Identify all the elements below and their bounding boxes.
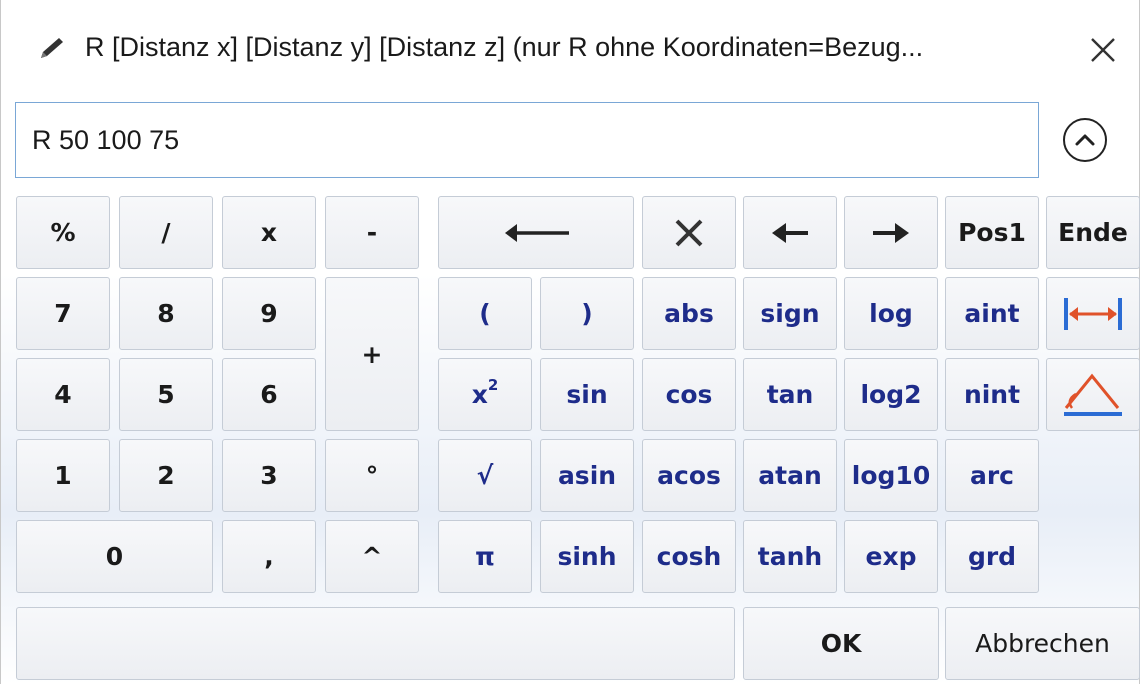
key-sinh[interactable]: sinh [540, 520, 634, 593]
key-8[interactable]: 8 [119, 277, 213, 350]
key-pi[interactable]: π [438, 520, 532, 593]
key-abs[interactable]: abs [642, 277, 736, 350]
key-x-squared-base: x [471, 380, 488, 409]
key-sign[interactable]: sign [743, 277, 837, 350]
key-exp[interactable]: exp [844, 520, 938, 593]
collapse-button[interactable] [1063, 118, 1107, 162]
cursor-left-button[interactable] [743, 196, 837, 269]
key-7[interactable]: 7 [16, 277, 110, 350]
key-nint[interactable]: nint [945, 358, 1039, 431]
key-log10[interactable]: log10 [844, 439, 938, 512]
key-x-squared-exponent: 2 [487, 375, 499, 394]
pos1-button[interactable]: Pos1 [945, 196, 1039, 269]
key-cosh[interactable]: cosh [642, 520, 736, 593]
key-sqrt[interactable]: √ [438, 439, 532, 512]
measure-angle-button[interactable] [1046, 358, 1140, 431]
clear-button[interactable] [642, 196, 736, 269]
key-asin[interactable]: asin [540, 439, 634, 512]
cursor-right-button[interactable] [844, 196, 938, 269]
chevron-up-circle-icon [1075, 134, 1095, 146]
keypad: % / x - Pos1 Ende 7 8 9 + () abs sign l… [1, 196, 1140, 684]
key-0[interactable]: 0 [16, 520, 213, 593]
key-aint[interactable]: aint [945, 277, 1039, 350]
key-tanh[interactable]: tanh [743, 520, 837, 593]
measure-distance-button[interactable] [1046, 277, 1140, 350]
backspace-button[interactable] [438, 196, 634, 269]
key-multiply[interactable]: x [222, 196, 316, 269]
key-log2[interactable]: log2 [844, 358, 938, 431]
key-percent[interactable]: % [16, 196, 110, 269]
key-paren-close[interactable]: ) [540, 277, 634, 350]
close-icon [1091, 38, 1115, 62]
right-arrow-icon [873, 222, 909, 243]
key-grd[interactable]: grd [945, 520, 1039, 593]
long-left-arrow-icon [505, 223, 569, 242]
distance-measure-icon [1064, 297, 1122, 330]
close-button[interactable] [1081, 28, 1125, 72]
key-minus[interactable]: - [325, 196, 419, 269]
dialog-title: R [Distanz x] [Distanz y] [Distanz z] (n… [85, 32, 924, 62]
expression-input[interactable] [15, 102, 1039, 178]
key-3[interactable]: 3 [222, 439, 316, 512]
left-arrow-icon [772, 222, 808, 243]
key-x-squared[interactable]: x2 [438, 358, 532, 431]
key-acos[interactable]: acos [642, 439, 736, 512]
key-1[interactable]: 1 [16, 439, 110, 512]
key-divide[interactable]: / [119, 196, 213, 269]
key-paren-open[interactable]: ( [438, 277, 532, 350]
ok-button[interactable]: OK [743, 607, 939, 680]
cancel-button[interactable]: Abbrechen [945, 607, 1140, 680]
ende-button[interactable]: Ende [1046, 196, 1140, 269]
x-clear-icon [675, 219, 703, 246]
key-6[interactable]: 6 [222, 358, 316, 431]
key-atan[interactable]: atan [743, 439, 837, 512]
key-tan[interactable]: tan [743, 358, 837, 431]
key-9[interactable]: 9 [222, 277, 316, 350]
angle-measure-icon [1064, 373, 1122, 416]
key-cos[interactable]: cos [642, 358, 736, 431]
key-log[interactable]: log [844, 277, 938, 350]
expression-row [1, 100, 1140, 180]
key-2[interactable]: 2 [119, 439, 213, 512]
key-plus[interactable]: + [325, 277, 419, 431]
key-5[interactable]: 5 [119, 358, 213, 431]
calculator-dialog: R [Distanz x] [Distanz y] [Distanz z] (n… [0, 0, 1140, 684]
key-caret[interactable]: ^ [325, 520, 419, 593]
key-sin[interactable]: sin [540, 358, 634, 431]
key-arc[interactable]: arc [945, 439, 1039, 512]
key-comma[interactable]: , [222, 520, 316, 593]
key-4[interactable]: 4 [16, 358, 110, 431]
blank-area [16, 607, 735, 680]
pencil-icon [35, 34, 69, 64]
key-degree[interactable]: ° [325, 439, 419, 512]
title-bar: R [Distanz x] [Distanz y] [Distanz z] (n… [1, 0, 1140, 92]
